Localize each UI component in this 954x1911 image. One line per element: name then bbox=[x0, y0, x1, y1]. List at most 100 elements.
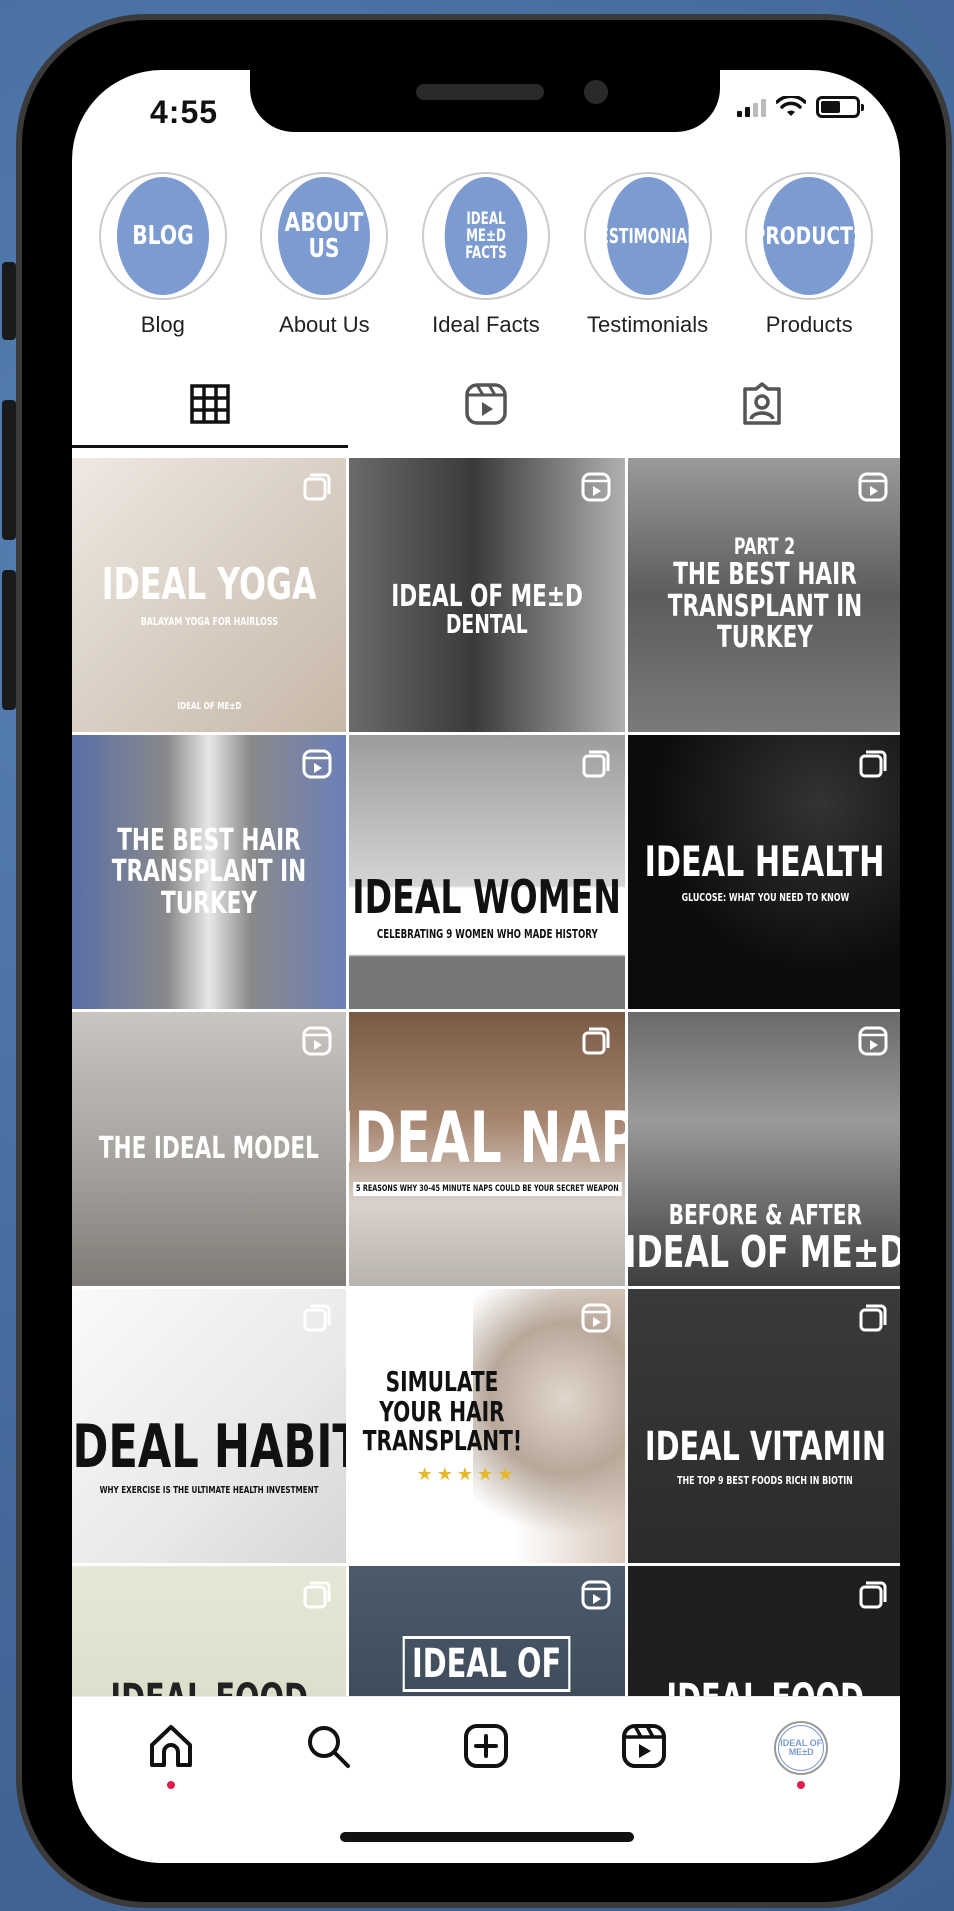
tab-tagged[interactable] bbox=[624, 360, 900, 448]
highlight-label: Ideal Facts bbox=[432, 312, 540, 337]
post-subtitle: GLUCOSE: WHAT YOU NEED TO KNOW bbox=[681, 890, 849, 904]
reels-icon bbox=[621, 1724, 666, 1768]
carousel-icon bbox=[582, 750, 610, 778]
post-subtitle: 5 REASONS WHY 30-45 MINUTE NAPS COULD BE… bbox=[352, 1181, 622, 1196]
post-title: IDEAL HABIT bbox=[72, 1412, 346, 1482]
post-subtitle: BALAYAM YOGA FOR HAIRLOSS bbox=[140, 614, 278, 628]
instagram-profile-screen: 4:55 BLOG Blog ABOUT US About Us IDEAL M… bbox=[72, 70, 900, 1863]
phone-mute-switch bbox=[2, 262, 16, 340]
post-title: THE IDEAL MODEL bbox=[98, 1131, 320, 1167]
post-pretitle: BEFORE & AFTER bbox=[668, 1198, 862, 1232]
front-camera bbox=[584, 80, 608, 104]
story-highlights: BLOG Blog ABOUT US About Us IDEAL ME±D F… bbox=[72, 172, 900, 338]
posts-grid: IDEAL YOGA BALAYAM YOGA FOR HAIRLOSS IDE… bbox=[72, 458, 900, 1840]
post-tile[interactable]: IDEAL WOMEN CELEBRATING 9 WOMEN WHO MADE… bbox=[349, 735, 625, 1009]
post-title: IDEAL VITAMIN bbox=[644, 1423, 886, 1470]
post-subtitle: WHY EXERCISE IS THE ULTIMATE HEALTH INVE… bbox=[99, 1485, 319, 1496]
carousel-icon bbox=[303, 1581, 331, 1609]
star-rating: ★★★★★ bbox=[416, 1463, 518, 1484]
avatar: IDEAL OF ME±D bbox=[774, 1721, 829, 1775]
highlight-cover: ABOUT US bbox=[278, 177, 371, 295]
nav-reels[interactable] bbox=[604, 1721, 684, 1791]
post-footer: IDEAL OF ME±D bbox=[177, 701, 241, 712]
highlight-label: About Us bbox=[279, 312, 370, 337]
reel-icon bbox=[302, 1026, 332, 1056]
post-tile[interactable]: IDEAL YOGA BALAYAM YOGA FOR HAIRLOSS IDE… bbox=[72, 458, 346, 732]
post-tile[interactable]: THE BEST HAIR TRANSPLANT IN TURKEY bbox=[72, 735, 346, 1009]
reel-icon bbox=[581, 1303, 611, 1333]
profile-tabs bbox=[72, 360, 900, 448]
reels-icon bbox=[465, 383, 507, 425]
post-subtitle: DENTAL bbox=[446, 610, 528, 641]
notification-dot bbox=[797, 1781, 806, 1789]
home-indicator[interactable] bbox=[340, 1832, 634, 1842]
nav-home[interactable] bbox=[131, 1721, 211, 1791]
highlight-blog[interactable]: BLOG Blog bbox=[88, 172, 238, 338]
post-title: THE BEST HAIR TRANSPLANT IN TURKEY bbox=[667, 557, 863, 656]
post-title: SIMULATE YOUR HAIR TRANSPLANT! bbox=[362, 1365, 523, 1458]
reel-icon bbox=[581, 1580, 611, 1610]
post-tile[interactable]: PART 2 THE BEST HAIR TRANSPLANT IN TURKE… bbox=[628, 458, 900, 732]
phone-notch bbox=[250, 70, 720, 132]
grid-icon bbox=[190, 384, 230, 424]
reel-icon bbox=[581, 472, 611, 502]
post-title: IDEAL YOGA bbox=[101, 559, 317, 611]
highlight-cover: BLOG bbox=[116, 177, 209, 295]
post-title: IDEAL OF ME±D bbox=[628, 1226, 900, 1278]
highlight-cover: TESTIMONIALS bbox=[589, 177, 706, 295]
post-title: THE BEST HAIR TRANSPLANT IN TURKEY bbox=[111, 822, 307, 921]
nav-profile[interactable]: IDEAL OF ME±D bbox=[761, 1721, 841, 1791]
reel-icon bbox=[858, 1026, 888, 1056]
bottom-nav: IDEAL OF ME±D bbox=[72, 1696, 900, 1863]
carousel-icon bbox=[582, 1027, 610, 1055]
carousel-icon bbox=[859, 1581, 887, 1609]
post-title: IDEAL WOMEN bbox=[352, 869, 622, 924]
post-tile[interactable]: IDEAL NAP 5 REASONS WHY 30-45 MINUTE NAP… bbox=[349, 1012, 625, 1286]
highlight-label: Testimonials bbox=[587, 312, 709, 337]
highlight-products[interactable]: PRODUCTS Products bbox=[734, 172, 884, 338]
notification-dot bbox=[166, 1781, 175, 1789]
highlight-label: Blog bbox=[140, 312, 185, 337]
home-icon bbox=[149, 1725, 192, 1767]
highlight-about-us[interactable]: ABOUT US About Us bbox=[249, 172, 399, 338]
post-pretitle: PART 2 bbox=[734, 535, 796, 561]
reel-icon bbox=[858, 472, 888, 502]
highlight-cover: IDEAL ME±D FACTS bbox=[444, 177, 528, 295]
post-tile[interactable]: BEFORE & AFTER IDEAL OF ME±D bbox=[628, 1012, 900, 1286]
tab-posts[interactable] bbox=[72, 360, 348, 448]
carousel-icon bbox=[859, 750, 887, 778]
nav-search[interactable] bbox=[288, 1721, 368, 1791]
plus-icon bbox=[463, 1724, 508, 1768]
nav-create[interactable] bbox=[446, 1721, 526, 1791]
highlight-testimonials[interactable]: TESTIMONIALS Testimonials bbox=[573, 172, 723, 338]
wifi-icon bbox=[776, 96, 806, 116]
reel-icon bbox=[302, 749, 332, 779]
post-subtitle: CELEBRATING 9 WOMEN WHO MADE HISTORY bbox=[376, 927, 598, 942]
tagged-icon bbox=[743, 382, 781, 425]
phone-volume-down bbox=[2, 570, 16, 710]
post-tile[interactable]: IDEAL OF ME±D DENTAL bbox=[349, 458, 625, 732]
post-tile[interactable]: IDEAL HEALTH GLUCOSE: WHAT YOU NEED TO K… bbox=[628, 735, 900, 1009]
post-tile[interactable]: IDEAL HABIT WHY EXERCISE IS THE ULTIMATE… bbox=[72, 1289, 346, 1563]
post-title: IDEAL OF bbox=[403, 1636, 571, 1692]
status-time: 4:55 bbox=[150, 94, 219, 130]
avatar-logo: IDEAL OF ME±D bbox=[778, 1725, 825, 1771]
highlight-label: Products bbox=[765, 312, 853, 337]
post-tile[interactable]: IDEAL VITAMIN THE TOP 9 BEST FOODS RICH … bbox=[628, 1289, 900, 1563]
carousel-icon bbox=[303, 473, 331, 501]
phone-volume-up bbox=[2, 400, 16, 540]
post-tile[interactable]: THE IDEAL MODEL bbox=[72, 1012, 346, 1286]
signal-icon bbox=[737, 97, 766, 117]
tab-reels[interactable] bbox=[348, 360, 624, 448]
post-title: IDEAL OF ME±D bbox=[391, 578, 583, 614]
carousel-icon bbox=[859, 1304, 887, 1332]
status-icons bbox=[737, 96, 864, 118]
speaker-grille bbox=[416, 84, 544, 100]
post-subtitle: THE TOP 9 BEST FOODS RICH IN BIOTIN bbox=[677, 1473, 853, 1487]
post-tile[interactable]: SIMULATE YOUR HAIR TRANSPLANT! ★★★★★ bbox=[349, 1289, 625, 1563]
highlight-ideal-facts[interactable]: IDEAL ME±D FACTS Ideal Facts bbox=[411, 172, 561, 338]
carousel-icon bbox=[303, 1304, 331, 1332]
post-title: IDEAL HEALTH bbox=[645, 837, 885, 887]
post-title: IDEAL NAP bbox=[349, 1097, 625, 1180]
search-icon bbox=[308, 1726, 351, 1768]
